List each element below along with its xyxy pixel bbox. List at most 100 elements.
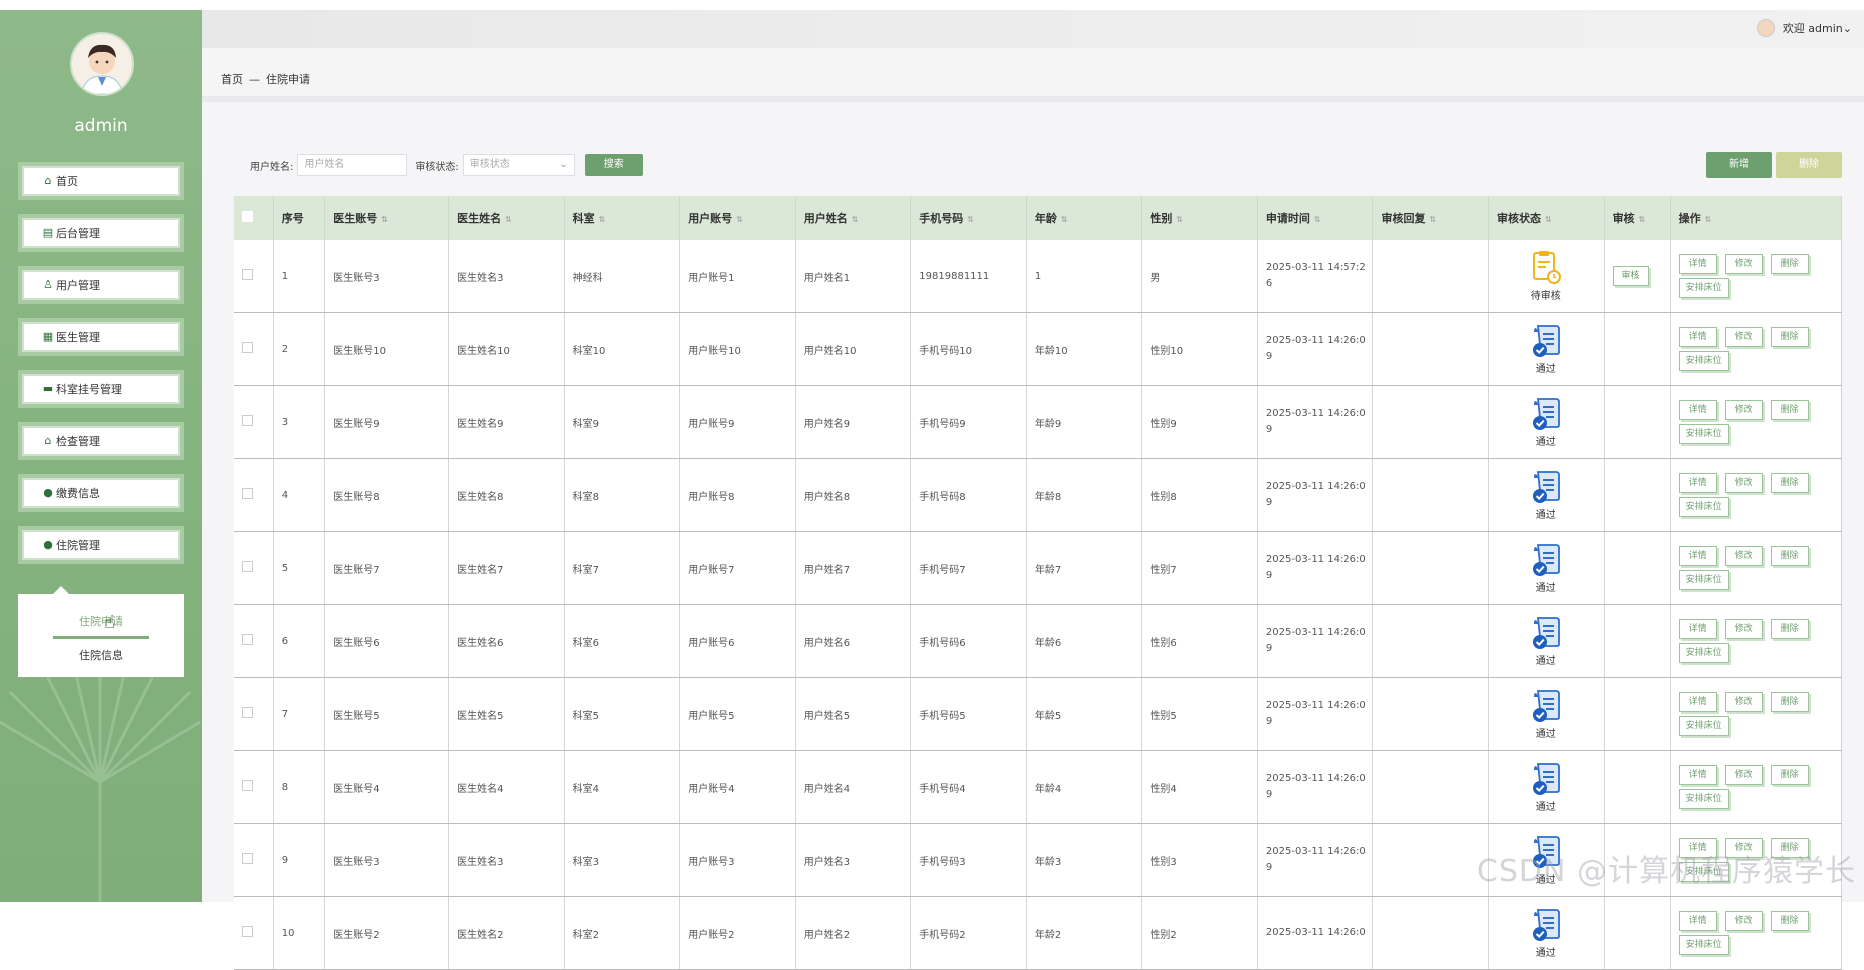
row-checkbox-cell[interactable] bbox=[234, 604, 274, 678]
delete-button[interactable]: 删除 bbox=[1770, 765, 1809, 785]
row-checkbox-cell[interactable] bbox=[234, 531, 274, 605]
assign-bed-button[interactable]: 安排床位 bbox=[1678, 351, 1729, 371]
submenu-item-application[interactable]: 住院申请 bbox=[18, 610, 184, 634]
submenu-item-info[interactable]: 住院信息 bbox=[18, 644, 184, 668]
assign-bed-button[interactable]: 安排床位 bbox=[1678, 935, 1729, 955]
column-header[interactable]: 手机号码 ⇅ bbox=[910, 196, 1027, 240]
detail-button[interactable]: 详情 bbox=[1678, 619, 1717, 639]
delete-button[interactable]: 删除 bbox=[1770, 400, 1809, 420]
column-header[interactable]: 序号 bbox=[273, 196, 326, 240]
edit-button[interactable]: 修改 bbox=[1724, 765, 1763, 785]
status-filter-select[interactable]: 审核状态 ⌄ bbox=[462, 154, 575, 176]
column-header[interactable]: 医生姓名 ⇅ bbox=[448, 196, 565, 240]
sidebar-item-home[interactable]: ⌂ 首页 bbox=[18, 162, 184, 200]
row-checkbox-cell[interactable] bbox=[234, 750, 274, 824]
sort-icon[interactable]: ⇅ bbox=[1545, 215, 1552, 224]
edit-button[interactable]: 修改 bbox=[1724, 473, 1763, 493]
row-checkbox[interactable] bbox=[242, 488, 253, 499]
sidebar-item-exams[interactable]: ⌂ 检查管理 bbox=[18, 422, 184, 460]
row-checkbox[interactable] bbox=[242, 269, 253, 280]
detail-button[interactable]: 详情 bbox=[1678, 473, 1717, 493]
row-checkbox[interactable] bbox=[242, 853, 253, 864]
edit-button[interactable]: 修改 bbox=[1724, 692, 1763, 712]
column-header[interactable]: 年龄 ⇅ bbox=[1026, 196, 1143, 240]
audit-button[interactable]: 审核 bbox=[1612, 266, 1649, 286]
delete-button[interactable]: 删除 bbox=[1770, 619, 1809, 639]
detail-button[interactable]: 详情 bbox=[1678, 911, 1717, 931]
delete-button[interactable]: 删除 bbox=[1770, 327, 1809, 347]
delete-button[interactable]: 删除 bbox=[1770, 254, 1809, 274]
detail-button[interactable]: 详情 bbox=[1678, 765, 1717, 785]
column-header[interactable]: 科室 ⇅ bbox=[564, 196, 681, 240]
assign-bed-button[interactable]: 安排床位 bbox=[1678, 570, 1729, 590]
row-checkbox[interactable] bbox=[242, 926, 253, 937]
edit-button[interactable]: 修改 bbox=[1724, 400, 1763, 420]
edit-button[interactable]: 修改 bbox=[1724, 911, 1763, 931]
breadcrumb-home[interactable]: 首页 bbox=[221, 73, 243, 86]
column-header[interactable]: 申请时间 ⇅ bbox=[1257, 196, 1374, 240]
add-button[interactable]: 新增 bbox=[1706, 152, 1772, 178]
column-header[interactable]: 操作 ⇅ bbox=[1670, 196, 1843, 240]
sort-icon[interactable]: ⇅ bbox=[1314, 215, 1321, 224]
edit-button[interactable]: 修改 bbox=[1724, 619, 1763, 639]
assign-bed-button[interactable]: 安排床位 bbox=[1678, 643, 1729, 663]
row-checkbox-cell[interactable] bbox=[234, 385, 274, 459]
assign-bed-button[interactable]: 安排床位 bbox=[1678, 789, 1729, 809]
assign-bed-button[interactable]: 安排床位 bbox=[1678, 278, 1729, 298]
column-header[interactable]: 医生账号 ⇅ bbox=[324, 196, 450, 240]
bulk-delete-button[interactable]: 删除 bbox=[1776, 152, 1842, 178]
sort-icon[interactable]: ⇅ bbox=[1061, 215, 1068, 224]
sidebar-item-payments[interactable]: ● 缴费信息 bbox=[18, 474, 184, 512]
column-header[interactable]: 用户姓名 ⇅ bbox=[795, 196, 912, 240]
assign-bed-button[interactable]: 安排床位 bbox=[1678, 716, 1729, 736]
select-all-checkbox-cell[interactable] bbox=[234, 196, 274, 240]
sort-icon[interactable]: ⇅ bbox=[736, 215, 743, 224]
delete-button[interactable]: 删除 bbox=[1770, 911, 1809, 931]
sidebar-item-users[interactable]: ♙ 用户管理 bbox=[18, 266, 184, 304]
detail-button[interactable]: 详情 bbox=[1678, 400, 1717, 420]
column-header[interactable]: 性别 ⇅ bbox=[1141, 196, 1258, 240]
edit-button[interactable]: 修改 bbox=[1724, 327, 1763, 347]
row-checkbox-cell[interactable] bbox=[234, 677, 274, 751]
sidebar-item-registration[interactable]: ▬ 科室挂号管理 bbox=[18, 370, 184, 408]
delete-button[interactable]: 删除 bbox=[1770, 546, 1809, 566]
delete-button[interactable]: 删除 bbox=[1770, 473, 1809, 493]
detail-button[interactable]: 详情 bbox=[1678, 327, 1717, 347]
sort-icon[interactable]: ⇅ bbox=[1429, 215, 1436, 224]
column-header[interactable]: 用户账号 ⇅ bbox=[679, 196, 796, 240]
edit-button[interactable]: 修改 bbox=[1724, 546, 1763, 566]
assign-bed-button[interactable]: 安排床位 bbox=[1678, 497, 1729, 517]
sort-icon[interactable]: ⇅ bbox=[1176, 215, 1183, 224]
row-checkbox-cell[interactable] bbox=[234, 240, 274, 313]
sort-icon[interactable]: ⇅ bbox=[1705, 215, 1712, 224]
user-menu[interactable]: 欢迎 admin ⌄ bbox=[1756, 19, 1852, 37]
detail-button[interactable]: 详情 bbox=[1678, 692, 1717, 712]
row-checkbox-cell[interactable] bbox=[234, 823, 274, 897]
column-header[interactable]: 审核状态 ⇅ bbox=[1488, 196, 1605, 240]
sort-icon[interactable]: ⇅ bbox=[505, 215, 512, 224]
sort-icon[interactable]: ⇅ bbox=[381, 215, 388, 224]
edit-button[interactable]: 修改 bbox=[1724, 254, 1763, 274]
sort-icon[interactable]: ⇅ bbox=[1639, 215, 1646, 224]
row-checkbox-cell[interactable] bbox=[234, 458, 274, 532]
row-checkbox[interactable] bbox=[242, 780, 253, 791]
sidebar-item-backend[interactable]: ▤ 后台管理 bbox=[18, 214, 184, 252]
detail-button[interactable]: 详情 bbox=[1678, 254, 1717, 274]
row-checkbox[interactable] bbox=[242, 415, 253, 426]
delete-button[interactable]: 删除 bbox=[1770, 692, 1809, 712]
row-checkbox[interactable] bbox=[242, 561, 253, 572]
row-checkbox-cell[interactable] bbox=[234, 896, 274, 970]
sort-icon[interactable]: ⇅ bbox=[599, 215, 606, 224]
column-header[interactable]: 审核 ⇅ bbox=[1604, 196, 1671, 240]
row-checkbox-cell[interactable] bbox=[234, 312, 274, 386]
sidebar-item-doctors[interactable]: ▦ 医生管理 bbox=[18, 318, 184, 356]
sidebar-item-hospitalization[interactable]: ● 住院管理 bbox=[18, 526, 184, 564]
row-checkbox[interactable] bbox=[242, 707, 253, 718]
column-header[interactable]: 审核回复 ⇅ bbox=[1372, 196, 1490, 240]
select-all-checkbox[interactable] bbox=[242, 211, 253, 222]
detail-button[interactable]: 详情 bbox=[1678, 546, 1717, 566]
row-checkbox[interactable] bbox=[242, 342, 253, 353]
assign-bed-button[interactable]: 安排床位 bbox=[1678, 424, 1729, 444]
row-checkbox[interactable] bbox=[242, 634, 253, 645]
sort-icon[interactable]: ⇅ bbox=[967, 215, 974, 224]
